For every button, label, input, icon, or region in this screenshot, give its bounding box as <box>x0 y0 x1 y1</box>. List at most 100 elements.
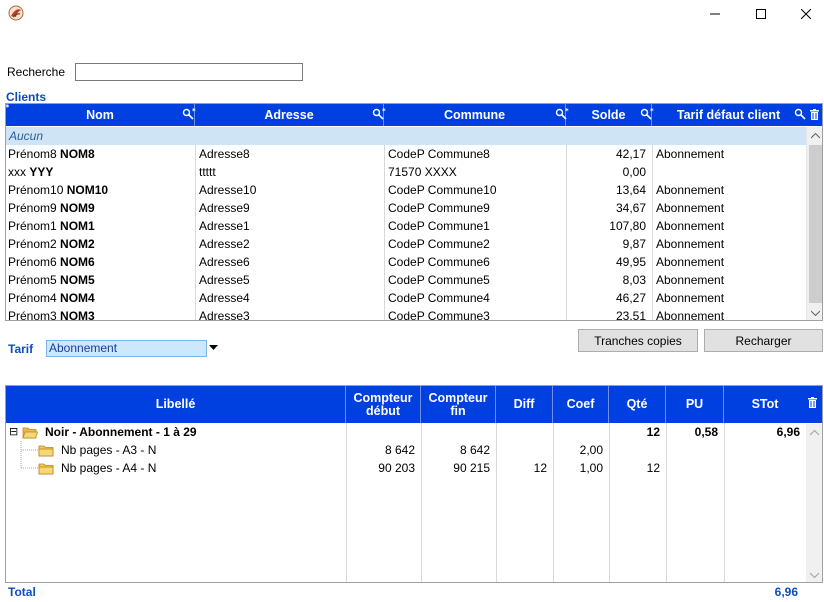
client-solde-cell: 42,17 <box>615 147 646 161</box>
client-address-cell: Adresse5 <box>199 273 250 287</box>
clients-grid-header: Nom Adresse Commune Solde Tarif défaut c… <box>6 104 822 126</box>
list-item[interactable]: Nb pages - A4 - N 90 203 90 215 12 1,00 12 <box>6 459 806 477</box>
table-row[interactable]: Prénom6 NOM6 Adresse6 CodeP Commune6 49,95 A… <box>6 253 806 271</box>
trash-icon[interactable] <box>808 108 822 122</box>
client-address-cell: Adresse1 <box>199 219 250 233</box>
client-prenom: Prénom9 <box>8 201 57 215</box>
client-tarif-cell <box>652 163 806 181</box>
tarif-dropdown[interactable]: Abonnement <box>46 340 207 357</box>
tarif-label: Tarif <box>8 342 34 356</box>
client-solde-cell: 34,67 <box>615 201 646 215</box>
detail-grid-header: Libellé Compteur début Compteur fin Diff C… <box>6 386 822 423</box>
scroll-up-arrow[interactable] <box>806 424 822 441</box>
scroll-down-arrow[interactable] <box>806 566 822 582</box>
clients-scrollbar[interactable] <box>806 127 822 320</box>
column-header-qte[interactable]: Qté <box>609 386 666 423</box>
column-header-coef[interactable]: Coef <box>553 386 609 423</box>
client-solde-cell: 49,95 <box>615 255 646 269</box>
column-header-commune[interactable]: Commune <box>384 104 566 126</box>
column-header-compteur-debut[interactable]: Compteur début <box>346 386 421 423</box>
table-row[interactable]: Prénom10 NOM10 Adresse10 CodeP Commune10 13… <box>6 181 806 199</box>
svg-text:*: * <box>382 108 386 115</box>
client-address-cell: Adresse8 <box>199 147 250 161</box>
search-icon[interactable]: * <box>372 108 386 122</box>
search-input[interactable] <box>75 63 303 81</box>
column-header-pu[interactable]: PU <box>666 386 724 423</box>
clients-section-label: Clients <box>6 90 47 104</box>
item-label: Nb pages - A3 - N <box>61 443 157 457</box>
detail-scrollbar[interactable] <box>806 424 822 582</box>
table-row[interactable]: xxx YYY ttttt 71570 XXXX 0,00 <box>6 163 806 181</box>
item-compteur-debut: 90 203 <box>378 461 415 475</box>
item-compteur-fin: 8 642 <box>459 443 490 457</box>
column-header-nom[interactable]: Nom <box>6 104 195 126</box>
client-prenom: Prénom8 <box>8 147 57 161</box>
collapse-toggle-icon[interactable]: ⊟ <box>9 423 21 441</box>
app-logo-icon[interactable] <box>8 5 24 21</box>
close-button[interactable] <box>783 0 824 28</box>
scroll-down-arrow[interactable] <box>807 304 822 320</box>
recharger-button[interactable]: Recharger <box>704 329 823 352</box>
scrollbar-thumb[interactable] <box>809 145 822 303</box>
client-address-cell: Adresse4 <box>199 291 250 305</box>
client-solde-cell: 9,87 <box>622 237 646 251</box>
client-address-cell: Adresse6 <box>199 255 250 269</box>
table-row[interactable]: Prénom8 NOM8 Adresse8 CodeP Commune8 42,17 A… <box>6 145 806 163</box>
client-prenom: Prénom10 <box>8 183 64 197</box>
none-row[interactable]: Aucun <box>6 127 806 145</box>
group-qte: 12 <box>646 425 660 439</box>
client-commune-cell: CodeP Commune6 <box>388 255 490 269</box>
group-row[interactable]: ⊟ Noir - Abonnement - 1 à 29 12 0,58 6,9… <box>6 423 806 441</box>
item-coef: 2,00 <box>579 443 603 457</box>
client-prenom: Prénom2 <box>8 237 57 251</box>
list-item[interactable]: Nb pages - A3 - N 8 642 8 642 2,00 <box>6 441 806 459</box>
column-header-adresse[interactable]: Adresse <box>195 104 384 126</box>
client-name-cell: Prénom4 NOM4 <box>6 289 195 307</box>
table-row[interactable]: Prénom2 NOM2 Adresse2 CodeP Commune2 9,87 Ab… <box>6 235 806 253</box>
column-header-diff[interactable]: Diff <box>496 386 553 423</box>
table-row[interactable]: Prénom9 NOM9 Adresse9 CodeP Commune9 34,67 A… <box>6 199 806 217</box>
minimize-button[interactable] <box>692 0 738 28</box>
client-name-cell: Prénom1 NOM1 <box>6 217 195 235</box>
client-solde-cell: 13,64 <box>615 183 646 197</box>
client-name-cell: Prénom2 NOM2 <box>6 235 195 253</box>
search-icon[interactable]: * <box>555 108 569 122</box>
column-header-libelle[interactable]: Libellé <box>6 386 346 423</box>
search-icon[interactable] <box>794 108 808 122</box>
item-qte <box>609 441 666 459</box>
item-qte: 12 <box>646 461 660 475</box>
table-row[interactable]: Prénom3 NOM3 Adresse3 CodeP Commune3 23,51 A… <box>6 307 806 321</box>
client-nom: YYY <box>29 165 54 179</box>
client-commune-cell: CodeP Commune10 <box>388 183 497 197</box>
client-name-cell: xxx YYY <box>6 163 195 181</box>
asterisk-icon: * <box>6 104 10 111</box>
maximize-button[interactable] <box>738 0 784 28</box>
folder-icon <box>38 463 54 475</box>
client-solde-cell: 46,27 <box>615 291 646 305</box>
client-address-cell: Adresse10 <box>199 183 257 197</box>
table-row[interactable]: Prénom1 NOM1 Adresse1 CodeP Commune1 107,80… <box>6 217 806 235</box>
item-label: Nb pages - A4 - N <box>61 461 157 475</box>
client-name-cell: Prénom3 NOM3 <box>6 307 195 321</box>
item-diff <box>496 441 553 459</box>
table-row[interactable]: Prénom5 NOM5 Adresse5 CodeP Commune5 8,03 Ab… <box>6 271 806 289</box>
client-name-cell: Prénom6 NOM6 <box>6 253 195 271</box>
scroll-up-arrow[interactable] <box>807 127 822 144</box>
client-prenom: Prénom4 <box>8 291 57 305</box>
table-row[interactable]: Prénom4 NOM4 Adresse4 CodeP Commune4 46,27 A… <box>6 289 806 307</box>
client-address-cell: Adresse2 <box>199 237 250 251</box>
trash-icon[interactable] <box>806 396 820 410</box>
search-icon[interactable]: * <box>640 108 654 122</box>
client-tarif-cell: Abonnement <box>656 255 725 269</box>
tree-connector-icon <box>20 459 38 469</box>
client-nom: NOM10 <box>66 183 109 197</box>
client-prenom: Prénom3 <box>8 309 57 321</box>
client-commune-cell: CodeP Commune5 <box>388 273 490 287</box>
tranches-copies-button[interactable]: Tranches copies <box>578 329 698 352</box>
search-icon[interactable]: * <box>182 108 196 122</box>
column-header-compteur-fin[interactable]: Compteur fin <box>421 386 496 423</box>
dropdown-arrow-icon[interactable] <box>209 345 218 350</box>
total-label: Total <box>8 585 36 599</box>
client-commune-cell: CodeP Commune2 <box>388 237 490 251</box>
client-nom: NOM8 <box>60 147 95 161</box>
